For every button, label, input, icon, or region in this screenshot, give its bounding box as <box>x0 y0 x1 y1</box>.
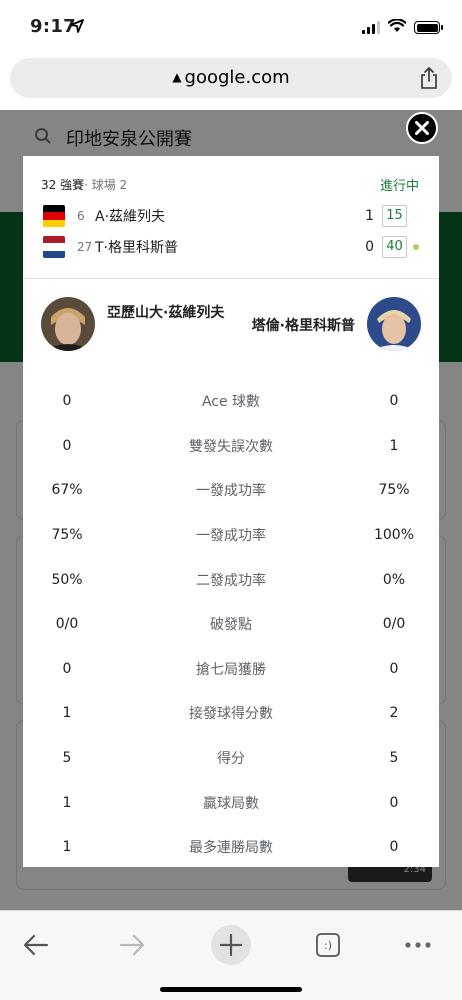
serving-indicator <box>413 244 419 250</box>
germany-flag-icon <box>43 205 65 227</box>
forward-arrow-icon <box>119 934 145 956</box>
signal-icon <box>362 21 380 34</box>
stat-row: 50% 二發成功率 0% <box>23 557 439 602</box>
url-text: google.com <box>184 67 290 88</box>
player-sets: 0 <box>365 239 374 255</box>
stat-row: 5 得分 5 <box>23 736 439 781</box>
location-arrow-icon <box>70 18 84 37</box>
address-bar[interactable]: ▲ google.com <box>10 58 452 98</box>
more-button[interactable] <box>396 923 440 967</box>
match-round: 32 強賽 <box>41 178 85 192</box>
players-header: 亞歷山大·茲維列夫 塔倫·格里科斯普 <box>23 279 439 379</box>
forward-button[interactable] <box>110 923 154 967</box>
stat-player2-value: 1 <box>389 437 399 454</box>
wifi-icon <box>387 18 407 37</box>
plus-icon <box>211 925 251 965</box>
player-game-score: 40 <box>382 236 407 258</box>
stat-player2-value: 0 <box>389 393 399 410</box>
stat-player2-value: 5 <box>389 750 399 767</box>
stat-player2-value: 0 <box>389 839 399 856</box>
stat-row: 1 贏球局數 0 <box>23 780 439 825</box>
avatar[interactable] <box>41 297 95 351</box>
home-indicator[interactable] <box>160 987 302 992</box>
player-game-score: 15 <box>382 205 407 227</box>
stat-row: 0 雙發失誤次數 1 <box>23 424 439 469</box>
battery-icon <box>414 21 443 34</box>
netherlands-flag-icon <box>43 236 65 258</box>
player2-full-name: 塔倫·格里科斯普 <box>251 318 355 334</box>
svg-text::): :) <box>324 939 332 952</box>
more-icon <box>405 942 431 948</box>
new-tab-button[interactable] <box>209 923 253 967</box>
close-button[interactable] <box>406 112 438 144</box>
player-row[interactable]: 6 A·茲維列夫 1 15 <box>43 204 419 228</box>
stat-row: 75% 一發成功率 100% <box>23 513 439 558</box>
stat-row: 67% 一發成功率 75% <box>23 468 439 513</box>
player-sets: 1 <box>365 208 374 224</box>
stat-player2-value: 0/0 <box>382 616 406 633</box>
match-stats-modal: 32 強賽· 球場 2 進行中 6 A·茲維列夫 1 15 27 T·格里科斯普… <box>23 156 439 867</box>
match-status: 進行中 <box>379 179 419 194</box>
back-arrow-icon <box>23 934 49 956</box>
player-row[interactable]: 27 T·格里科斯普 0 40 <box>43 235 419 259</box>
player-seed: 27 <box>77 240 93 254</box>
stat-row: 1 接發球得分數 2 <box>23 691 439 736</box>
stat-player2-value: 2 <box>389 705 399 722</box>
player-seed: 6 <box>77 209 85 223</box>
stat-row: 1 最多連勝局數 0 <box>23 825 439 867</box>
player1-full-name: 亞歷山大·茲維列夫 <box>107 305 225 321</box>
stat-player2-value: 0% <box>382 571 406 588</box>
stat-row: 0/0 破發點 0/0 <box>23 602 439 647</box>
stat-player2-value: 0 <box>389 794 399 811</box>
avatar[interactable] <box>367 297 421 351</box>
match-court: · 球場 2 <box>84 178 128 192</box>
stat-player2-value: 75% <box>378 482 410 499</box>
share-icon[interactable] <box>418 66 440 90</box>
player-name: T·格里科斯普 <box>95 240 179 256</box>
tabs-icon: :) <box>316 933 340 957</box>
browser-toolbar: :) <box>0 910 462 1000</box>
player-name: A·茲維列夫 <box>95 209 166 225</box>
status-bar: 9:17 <box>0 0 462 48</box>
address-bar-area: ▲ google.com <box>0 48 462 110</box>
match-header: 32 強賽· 球場 2 進行中 6 A·茲維列夫 1 15 27 T·格里科斯普… <box>23 156 439 279</box>
back-button[interactable] <box>14 923 58 967</box>
close-icon <box>415 121 429 135</box>
stat-player2-value: 100% <box>373 527 415 544</box>
stat-player2-value: 0 <box>389 660 399 677</box>
tabs-button[interactable]: :) <box>306 923 350 967</box>
stat-row: 0 Ace 球數 0 <box>23 379 439 424</box>
lock-icon: ▲ <box>172 70 182 84</box>
stat-row: 0 搶七局獲勝 0 <box>23 647 439 692</box>
stats-table: 0 Ace 球數 0 0 雙發失誤次數 1 67% 一發成功率 75% 75% 一發成功率 100% 5… <box>23 379 439 867</box>
